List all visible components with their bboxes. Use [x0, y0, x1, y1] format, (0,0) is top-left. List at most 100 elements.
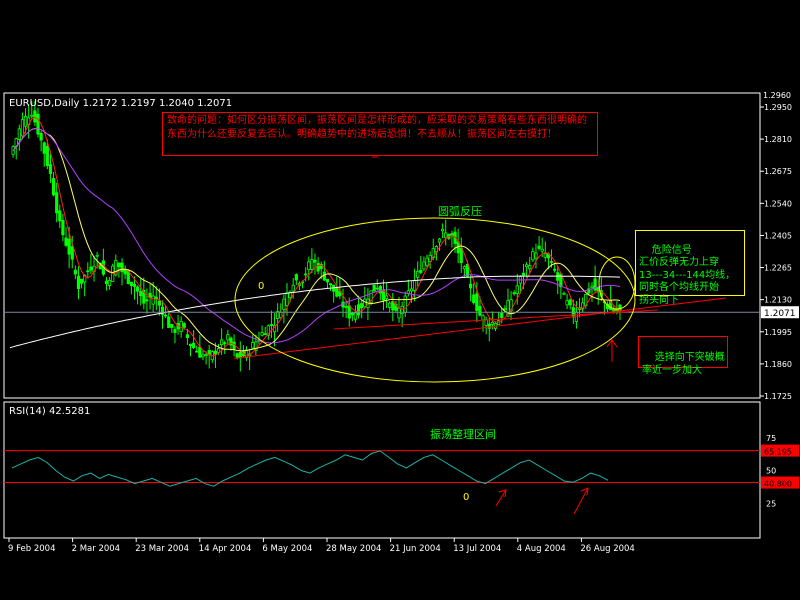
candle-body — [568, 299, 572, 306]
candle-body — [33, 110, 37, 123]
candle-body — [48, 164, 53, 174]
x-label: 4 Aug 2004 — [517, 544, 566, 554]
candle-body — [553, 268, 557, 271]
candle-body — [372, 284, 376, 292]
candle-body — [425, 257, 429, 266]
candle-body — [55, 192, 59, 214]
candle-body — [500, 312, 504, 318]
candle-body — [562, 292, 566, 295]
chart-canvas: 圆弧反压 0 振荡整理区间 0 1.2950 1.2810 1.2675 1.2540 1.… — [0, 0, 800, 600]
candle-body — [235, 353, 239, 358]
candle-body — [73, 269, 77, 275]
candle-body — [279, 311, 283, 319]
x-label: 9 Feb 2004 — [8, 544, 56, 554]
candle-body — [384, 295, 389, 299]
candle-body — [226, 334, 230, 341]
rsi-y-label: 50 — [766, 467, 776, 476]
candle-body — [313, 259, 317, 263]
candle-body — [195, 350, 199, 353]
arc-label: 圆弧反压 — [438, 204, 482, 218]
range-label: 振荡整理区间 — [430, 427, 496, 441]
candle-body — [201, 354, 205, 358]
candle-body — [378, 285, 382, 294]
candle-body — [17, 128, 21, 140]
rsi-panel-header: RSI(14) 42.5281 — [9, 406, 90, 417]
price-label: 1.2810 — [764, 135, 792, 144]
candle-body — [391, 301, 395, 311]
candle-body — [472, 294, 476, 304]
current-price-value: 1.2071 — [764, 309, 796, 319]
candle-body — [154, 296, 158, 300]
candle-body — [388, 302, 392, 308]
candle-body — [416, 270, 420, 278]
candle-body — [412, 280, 417, 291]
candle-body — [512, 292, 516, 295]
candle-body — [70, 246, 74, 260]
candle-body — [64, 237, 68, 246]
candle-body — [565, 300, 569, 306]
candle-body — [375, 287, 379, 290]
candle-body — [316, 262, 320, 272]
candle-body — [204, 354, 208, 357]
rsi-level-low-tag-text: 40.800 — [764, 480, 792, 489]
candle-body — [260, 332, 264, 336]
candle-body — [360, 303, 364, 309]
candle-body — [220, 339, 224, 346]
x-label: 23 Mar 2004 — [135, 544, 189, 554]
candle-body — [213, 350, 218, 355]
candle-body — [531, 251, 535, 261]
rsi-y-label: 25 — [766, 499, 776, 508]
candle-body — [61, 219, 65, 236]
candle-body — [282, 298, 286, 310]
x-label: 21 Jun 2004 — [390, 544, 441, 554]
x-label: 28 May 2004 — [326, 544, 381, 554]
candle-body — [325, 278, 330, 283]
candle-body — [403, 295, 407, 313]
main-panel-header: EURUSD,Daily 1.2172 1.2197 1.2040 1.2071 — [9, 98, 232, 109]
breakout-annotation-box: 选择向下突破概 率近一步加大 — [638, 336, 728, 376]
price-label: 1.1725 — [764, 392, 792, 401]
candle-body — [294, 274, 298, 281]
candle-body — [136, 286, 140, 292]
zero-marker-rsi: 0 — [463, 492, 469, 503]
candle-body — [285, 292, 289, 306]
candle-body — [525, 264, 529, 268]
candle-body — [104, 280, 109, 284]
chart-window: 圆弧反压 0 振荡整理区间 0 1.2950 1.2810 1.2675 1.2540 1.… — [0, 0, 800, 600]
question-annotation-text: 致命的问题：如何区分振荡区间，振荡区间是怎样形成的，应采取的交易策略有些东西很明… — [167, 115, 587, 140]
candle-body — [469, 283, 473, 289]
candle-body — [269, 324, 274, 326]
candle-body — [363, 298, 367, 308]
candle-body — [478, 305, 482, 316]
candle-body — [51, 178, 56, 196]
candle-body — [117, 262, 121, 268]
top-price-stub: 1.2960 — [763, 91, 791, 100]
candle-body — [95, 254, 99, 257]
price-label: 1.2675 — [764, 167, 792, 176]
candle-body — [36, 113, 40, 135]
candle-body — [182, 323, 186, 328]
candle-body — [167, 316, 171, 328]
zero-marker-main: 0 — [258, 281, 264, 292]
candle-body — [549, 261, 554, 263]
candle-body — [67, 238, 71, 255]
x-label: 13 Jul 2004 — [453, 544, 501, 554]
candle-body — [89, 266, 93, 271]
candle-body — [537, 245, 541, 249]
candle-body — [437, 238, 442, 243]
price-label: 1.2130 — [764, 296, 792, 305]
rsi-y-label: 75 — [766, 434, 776, 443]
candle-body — [328, 283, 333, 286]
candle-body — [540, 248, 544, 252]
candle-body — [528, 265, 532, 270]
candle-body — [145, 299, 149, 302]
danger-annotation-box: 危险信号 汇价反弹无力上穿 13---34---144均线， 同时各个均线开始 … — [635, 230, 745, 306]
x-label: 14 Apr 2004 — [199, 544, 252, 554]
candle-body — [422, 261, 426, 270]
rsi-level-high-tag-text: 65.195 — [764, 448, 792, 457]
candle-body — [335, 287, 339, 297]
candle-body — [45, 145, 49, 167]
candle-body — [481, 315, 485, 321]
candle-body — [120, 262, 124, 273]
price-label: 1.2265 — [764, 264, 792, 273]
